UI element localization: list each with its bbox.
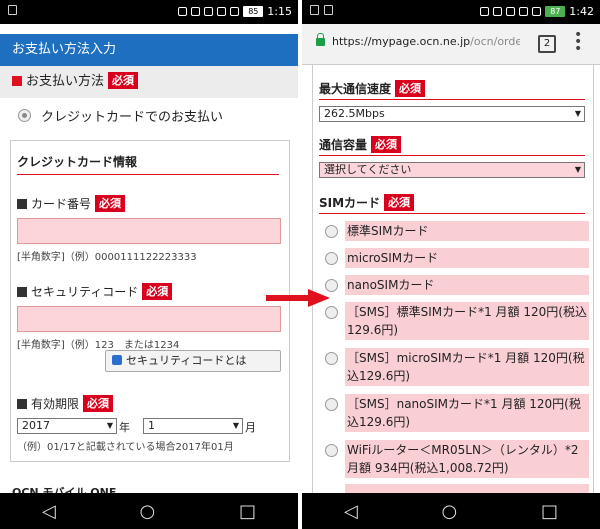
signal-icon [532,7,542,16]
security-code-label: セキュリティコード 必須 [17,283,173,300]
expiry-label: 有効期限 必須 [17,395,114,412]
radio-icon[interactable] [325,444,338,457]
status-time: 1:15 [267,5,292,18]
order-form[interactable]: 最大通信速度 必須 262.5Mbps ▼ 通信容量 必須 選択してください ▼ SIM… [312,64,594,494]
vibrate-icon [493,7,503,16]
android-nav-bar: ◁ ○ □ [302,493,600,529]
info-icon [112,355,122,365]
browser-address-bar: https://mypage.ocn.ne.jp/ocn/order 2 ••• [302,24,600,65]
page-title: お支払い方法入力 [0,34,298,66]
status-time: 1:42 [569,5,594,18]
card-number-hint: [半角数字]（例）0000111122223333 [17,252,197,263]
card-number-label: カード番号 必須 [17,195,126,212]
right-phone-screen: 87 1:42 https://mypage.ocn.ne.jp/ocn/ord… [302,0,600,529]
dropdown-arrow-icon: ▼ [574,109,581,118]
more-menu-icon[interactable]: • • • [574,28,582,56]
home-icon[interactable]: ○ [140,501,156,522]
nfc-icon [178,7,188,16]
vibrate-icon [191,7,201,16]
left-phone-screen: 85 1:15 お支払い方法入力 お支払い方法 必須 クレジットカードでのお支払い… [0,0,298,529]
dropdown-arrow-icon: ▼ [106,421,113,430]
radio-selected-icon[interactable] [18,109,31,122]
required-badge: 必須 [95,195,126,212]
notification-icon [8,5,17,15]
max-speed-label: 最大通信速度 必須 [319,80,585,100]
required-badge: 必須 [83,395,114,412]
month-unit: 月 [245,421,256,434]
wifi-icon [519,7,529,16]
required-badge: 必須 [371,136,402,153]
black-square-icon [17,199,27,209]
url-field[interactable]: https://mypage.ocn.ne.jp/ocn/order [332,35,520,53]
sim-card-label: SIMカード 必須 [319,194,585,214]
next-section-title: OCN モバイル ONE [12,486,117,493]
recents-icon[interactable]: □ [239,501,256,522]
radio-icon[interactable] [325,252,338,265]
required-badge: 必須 [384,194,415,211]
security-code-hint: [半角数字]（例）123 または1234 [17,340,180,351]
android-nav-bar: ◁ ○ □ [0,493,298,529]
status-bar: 87 1:42 [302,0,600,24]
capacity-label: 通信容量 必須 [319,136,585,156]
max-speed-select[interactable]: 262.5Mbps ▼ [319,106,585,122]
tab-switcher-button[interactable]: 2 [538,35,556,53]
page-content[interactable]: お支払い方法入力 お支払い方法 必須 クレジットカードでのお支払い クレジットカー… [0,24,298,493]
battery-icon: 85 [243,6,264,17]
expiry-month-select[interactable]: 1 ▼ [143,418,243,434]
back-icon[interactable]: ◁ [42,501,56,522]
credit-card-section: クレジットカード情報 カード番号 必須 [半角数字]（例）000011112222… [10,140,290,462]
signal-icon [230,7,240,16]
red-arrow-icon [266,289,330,307]
section-title: クレジットカード情報 [17,153,279,175]
required-badge: 必須 [108,72,139,89]
dropdown-arrow-icon: ▼ [232,421,239,430]
alarm-icon [204,7,214,16]
lock-icon [316,33,325,46]
dropdown-arrow-icon: ▼ [574,165,581,174]
expiry-year-select[interactable]: 2017 ▼ [17,418,117,434]
required-badge: 必須 [142,283,173,300]
card-number-input[interactable] [17,218,281,244]
usb-icon [310,5,319,15]
status-bar: 85 1:15 [0,0,298,24]
required-badge: 必須 [395,80,426,97]
home-icon[interactable]: ○ [442,501,458,522]
notification-icon [324,5,333,15]
red-square-icon [12,76,22,86]
capacity-select[interactable]: 選択してください ▼ [319,162,585,178]
payment-method-heading: お支払い方法 必須 [0,66,298,98]
black-square-icon [17,287,27,297]
year-unit: 年 [119,421,130,434]
recents-icon[interactable]: □ [541,501,558,522]
alarm-icon [506,7,516,16]
radio-icon[interactable] [325,306,338,319]
security-code-help-button[interactable]: セキュリティコードとは [105,350,281,372]
expiry-hint: （例）01/17と記載されている場合2017年01月 [17,442,234,453]
wifi-icon [217,7,227,16]
radio-icon[interactable] [325,398,338,411]
black-square-icon [17,399,27,409]
security-code-input[interactable] [17,306,281,332]
nfc-icon [480,7,490,16]
radio-icon[interactable] [325,352,338,365]
battery-icon: 87 [545,6,566,17]
radio-icon[interactable] [325,225,338,238]
credit-card-option[interactable]: クレジットカードでのお支払い [18,108,223,128]
back-icon[interactable]: ◁ [344,501,358,522]
